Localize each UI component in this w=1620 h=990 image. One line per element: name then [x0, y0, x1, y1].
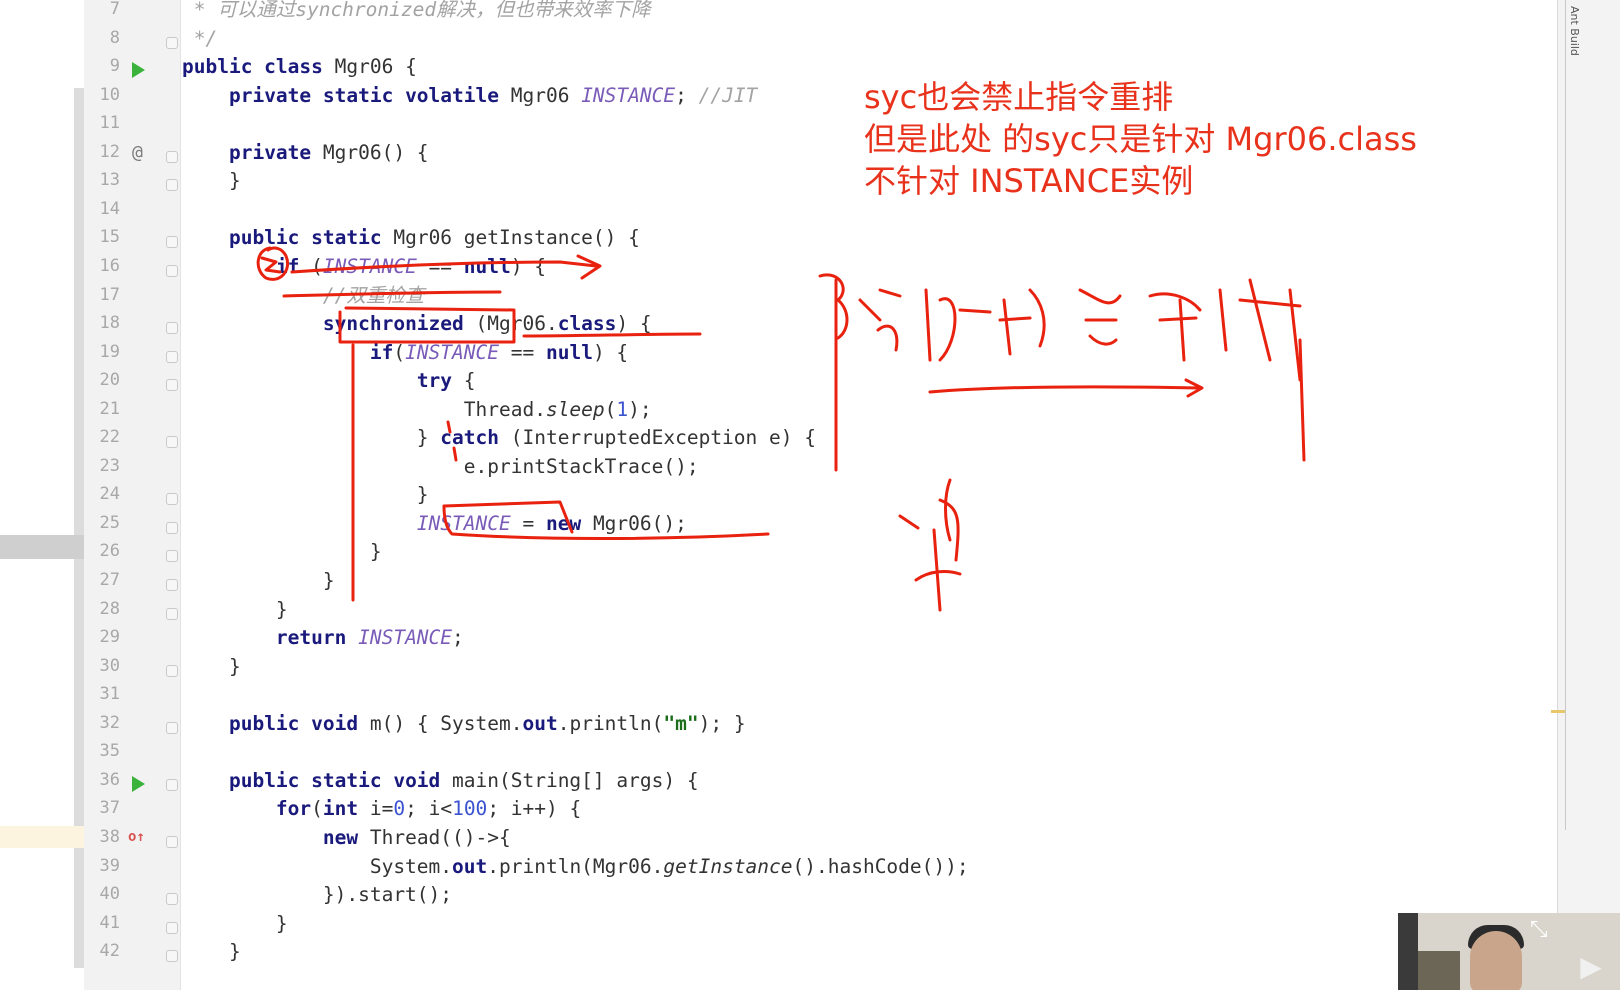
webcam-overlay[interactable]: ⤡ ▶	[1398, 913, 1620, 990]
ink-handwriting-zhiling	[998, 288, 1122, 356]
ink-tick-mark	[446, 420, 452, 434]
webcam-person-face	[1470, 931, 1522, 990]
ink-handwriting-fangzhi	[818, 273, 992, 472]
ink-strikethrough	[290, 254, 602, 280]
ink-box-instance	[442, 504, 770, 540]
ink-handwriting-ban	[898, 478, 962, 612]
ink-circle-scribble	[260, 256, 282, 274]
ink-handwriting-chongpai	[1148, 278, 1306, 462]
webcam-bookshelf	[1418, 951, 1460, 990]
webcam-play-icon[interactable]: ▶	[1574, 950, 1608, 984]
ink-underline-class	[522, 332, 702, 338]
ink-underline-if	[282, 290, 502, 298]
ink-box-instance-top	[442, 500, 574, 534]
red-annotation-text: syc也会禁止指令重排 但是此处 的syc只是针对 Mgr06.class 不针…	[864, 76, 1417, 202]
ink-dot-mark	[452, 446, 458, 462]
annotation-line-3: 不针对 INSTANCE实例	[864, 162, 1194, 200]
annotation-line-2: 但是此处 的syc只是针对 Mgr06.class	[864, 120, 1417, 158]
ink-box-synchronized	[338, 306, 516, 344]
ink-arrow-underline	[928, 378, 1204, 398]
annotation-line-1: syc也会禁止指令重排	[864, 78, 1174, 116]
webcam-collapse-icon[interactable]: ⤡	[1530, 917, 1548, 942]
